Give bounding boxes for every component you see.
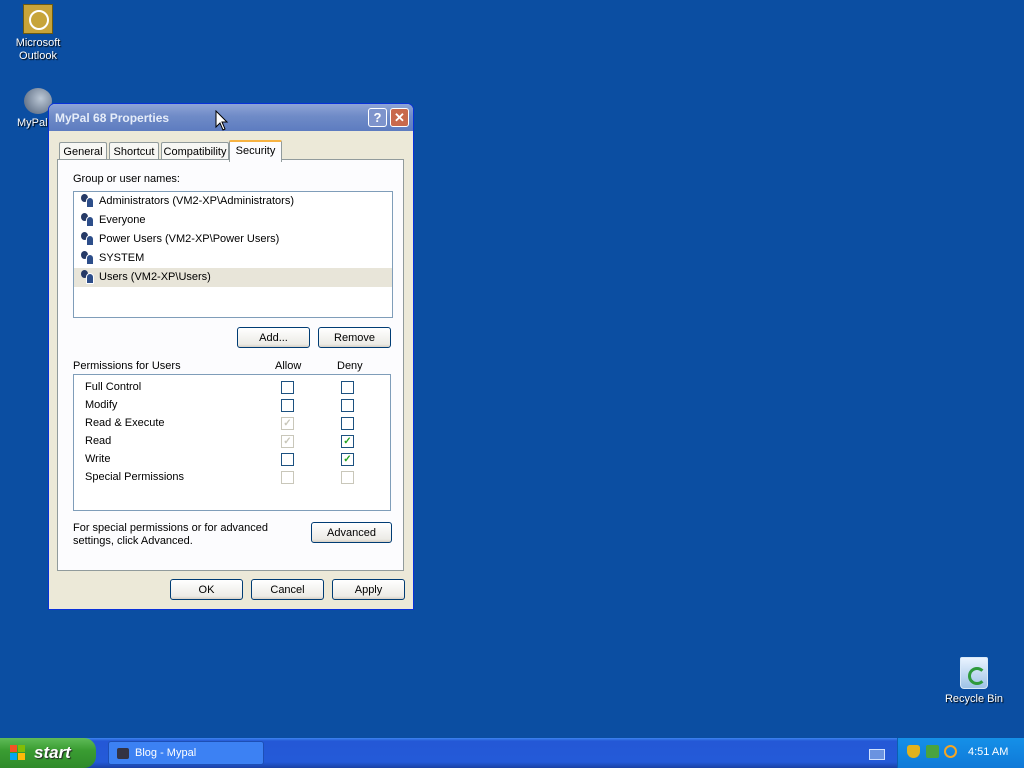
keyboard-icon[interactable] [869,749,885,760]
permissions-label: Permissions for Users [73,360,181,372]
tab-compatibility[interactable]: Compatibility [161,142,229,160]
permission-name: Modify [85,399,118,411]
desktop-icon-label: Recycle Bin [944,693,1004,705]
cancel-button[interactable]: Cancel [251,579,324,600]
title-bar[interactable]: MyPal 68 Properties ? ✕ [49,104,413,131]
start-button[interactable]: start [0,738,96,768]
security-panel: Group or user names: Administrators (VM2… [57,159,404,571]
user-list[interactable]: Administrators (VM2-XP\Administrators) E… [73,191,393,318]
permission-row: Special Permissions [74,469,390,487]
allow-checkbox[interactable]: ✓ [281,417,294,430]
clock[interactable]: 4:51 AM [968,746,1008,758]
mouse-cursor-icon [215,110,229,131]
permission-name: Read & Execute [85,417,165,429]
tab-security[interactable]: Security [229,140,282,162]
search-icon[interactable] [944,745,957,758]
taskbar-item-label: Blog - Mypal [135,747,197,759]
start-label: start [34,743,71,762]
system-tray: 4:51 AM [897,738,1024,768]
properties-window: MyPal 68 Properties ? ✕ General Shortcut… [48,103,414,610]
user-group-icon [80,213,95,227]
deny-checkbox [341,471,354,484]
user-group-icon [80,232,95,246]
permission-row: Read ✓ ✓ [74,433,390,451]
permission-row: Modify [74,397,390,415]
outlook-icon [23,4,53,34]
list-item[interactable]: Everyone [74,211,392,230]
user-group-icon [80,251,95,265]
allow-checkbox [281,471,294,484]
network-icon[interactable] [926,745,939,758]
deny-header: Deny [337,360,363,372]
advanced-button[interactable]: Advanced [311,522,392,543]
mypal-icon [117,748,129,759]
allow-checkbox[interactable]: ✓ [281,435,294,448]
help-button[interactable]: ? [368,108,387,127]
desktop-icon-label: Microsoft Outlook [15,37,61,62]
tab-shortcut[interactable]: Shortcut [109,142,159,160]
allow-checkbox[interactable] [281,399,294,412]
deny-checkbox[interactable] [341,417,354,430]
tab-general[interactable]: General [59,142,107,160]
recycle-bin-icon [960,657,988,689]
security-shield-icon[interactable] [907,745,920,758]
permission-name: Read [85,435,112,447]
group-names-label: Group or user names: [73,173,180,185]
permission-row: Read & Execute ✓ [74,415,390,433]
deny-checkbox[interactable] [341,399,354,412]
taskbar: start Blog - Mypal 4:51 AM [0,738,1024,768]
list-item[interactable]: SYSTEM [74,249,392,268]
list-item[interactable]: Users (VM2-XP\Users) [74,268,392,287]
window-title: MyPal 68 Properties [55,111,170,125]
desktop-icon-outlook[interactable]: Microsoft Outlook [0,4,76,63]
allow-header: Allow [275,360,302,372]
add-button[interactable]: Add... [237,327,310,348]
permission-row: Write ✓ [74,451,390,469]
list-item[interactable]: Power Users (VM2-XP\Power Users) [74,230,392,249]
user-group-icon [80,194,95,208]
windows-logo-icon [10,745,26,761]
permissions-list: Full Control Modify Read & Execute ✓ Rea… [73,374,391,511]
deny-checkbox[interactable]: ✓ [341,435,354,448]
deny-checkbox[interactable] [341,381,354,394]
list-item-label: Users (VM2-XP\Users) [99,271,211,283]
user-group-icon [80,270,95,284]
list-item-label: Administrators (VM2-XP\Administrators) [99,195,294,207]
list-item-label: Power Users (VM2-XP\Power Users) [99,233,280,245]
list-item[interactable]: Administrators (VM2-XP\Administrators) [74,192,392,211]
allow-checkbox[interactable] [281,381,294,394]
permission-name: Special Permissions [85,471,185,483]
permission-name: Full Control [85,381,142,393]
advanced-text: For special permissions or for advanced … [73,522,269,547]
apply-button[interactable]: Apply [332,579,405,600]
desktop-icon-recycle-bin[interactable]: Recycle Bin [936,657,1012,706]
list-item-label: SYSTEM [99,252,145,264]
permission-name: Write [85,453,111,465]
remove-button[interactable]: Remove [318,327,391,348]
ok-button[interactable]: OK [170,579,243,600]
close-button[interactable]: ✕ [390,108,409,127]
permission-row: Full Control [74,379,390,397]
taskbar-item-blog[interactable]: Blog - Mypal [108,741,264,765]
allow-checkbox[interactable] [281,453,294,466]
deny-checkbox[interactable]: ✓ [341,453,354,466]
list-item-label: Everyone [99,214,146,226]
